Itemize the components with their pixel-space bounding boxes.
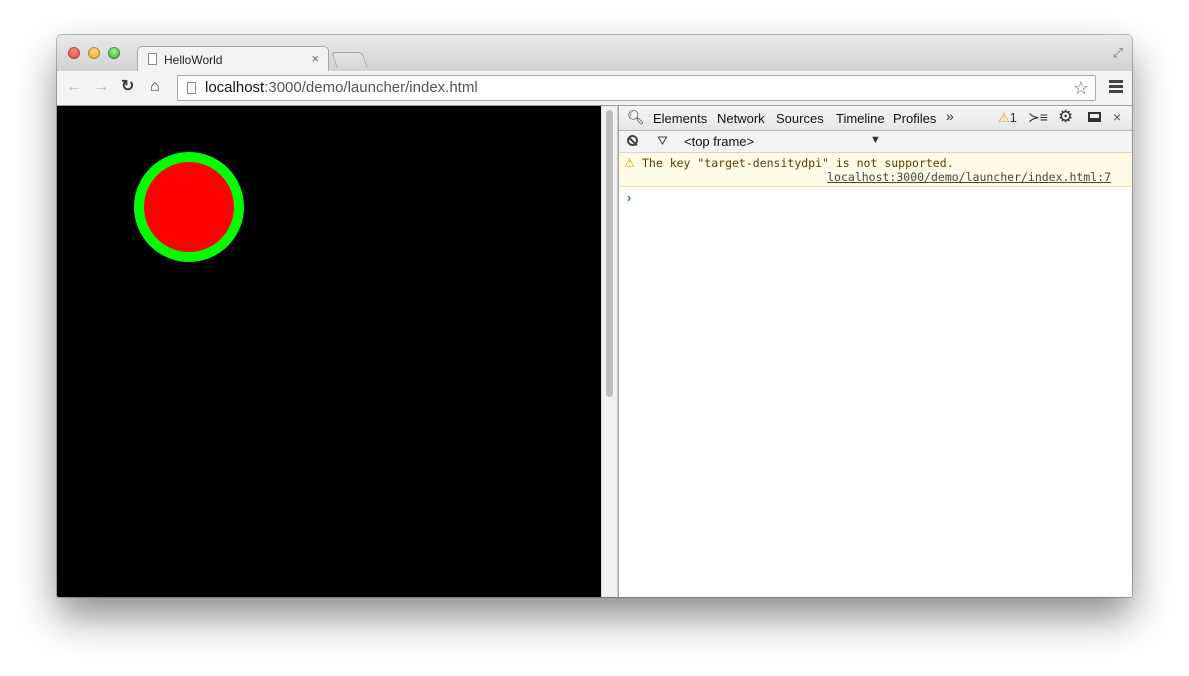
tab-elements[interactable]: Elements bbox=[653, 111, 707, 126]
page-icon bbox=[148, 53, 157, 65]
dock-side-icon[interactable] bbox=[1088, 112, 1101, 122]
console-prompt-icon[interactable]: › bbox=[627, 190, 631, 205]
close-window-button[interactable] bbox=[68, 47, 80, 59]
console-message-text: The key "target-densitydpi" is not suppo… bbox=[642, 156, 954, 170]
tab-title: HelloWorld bbox=[164, 53, 223, 67]
frame-selector[interactable]: <top frame> bbox=[684, 134, 754, 149]
tab-network[interactable]: Network bbox=[717, 111, 765, 126]
url-text[interactable]: localhost:3000/demo/launcher/index.html bbox=[205, 79, 478, 96]
browser-toolbar: ← → ↻ ⌂ localhost:3000/demo/launcher/ind… bbox=[57, 71, 1132, 106]
more-tabs-icon[interactable]: » bbox=[946, 108, 954, 124]
forward-arrow-icon[interactable]: → bbox=[93, 78, 109, 96]
tab-timeline[interactable]: Timeline bbox=[836, 111, 885, 126]
back-arrow-icon[interactable]: ← bbox=[66, 78, 82, 96]
tab-sources[interactable]: Sources bbox=[776, 111, 824, 126]
warning-count: 1 bbox=[1009, 110, 1017, 125]
zoom-window-button[interactable] bbox=[108, 47, 120, 59]
red-circle bbox=[134, 152, 244, 262]
warning-icon: ⚠ bbox=[998, 110, 1010, 125]
reload-icon[interactable]: ↻ bbox=[121, 78, 134, 96]
devtools-tab-bar: 🔍︎ Elements Network Sources Timeline Pro… bbox=[619, 106, 1132, 131]
hamburger-menu-icon[interactable] bbox=[1109, 80, 1123, 95]
console-drawer-icon[interactable]: ≻≡ bbox=[1028, 109, 1048, 126]
warning-counter[interactable]: ⚠1 bbox=[998, 110, 1017, 126]
scrollbar-thumb[interactable] bbox=[606, 110, 613, 397]
tab-helloworld[interactable]: HelloWorld × bbox=[137, 46, 329, 72]
minimize-window-button[interactable] bbox=[88, 47, 100, 59]
devtools-close-icon[interactable]: × bbox=[1113, 109, 1121, 125]
bookmark-star-icon[interactable]: ☆ bbox=[1073, 78, 1089, 99]
url-host: localhost bbox=[205, 79, 265, 96]
source-link[interactable]: localhost:3000/demo/launcher/index.html:… bbox=[827, 170, 1111, 184]
home-icon[interactable]: ⌂ bbox=[150, 78, 160, 96]
warning-icon: ⚠ bbox=[624, 156, 635, 170]
tab-profiles[interactable]: Profiles bbox=[893, 111, 936, 126]
devtools-panel: 🔍︎ Elements Network Sources Timeline Pro… bbox=[618, 106, 1132, 597]
clear-console-icon[interactable] bbox=[627, 135, 638, 146]
browser-window: HelloWorld × ⤢ ← → ↻ ⌂ localhost:3000/de… bbox=[57, 35, 1132, 597]
address-bar[interactable]: localhost:3000/demo/launcher/index.html … bbox=[177, 75, 1096, 101]
tab-close-icon[interactable]: × bbox=[311, 51, 319, 66]
inspect-search-icon[interactable]: 🔍︎ bbox=[627, 109, 645, 126]
title-bar: HelloWorld × ⤢ bbox=[57, 35, 1132, 72]
fullscreen-icon[interactable]: ⤢ bbox=[1113, 45, 1123, 61]
page-icon bbox=[187, 82, 196, 94]
console-message: ⚠ The key "target-densitydpi" is not sup… bbox=[619, 153, 1132, 187]
gear-icon[interactable]: ⚙ bbox=[1058, 107, 1073, 127]
chevron-down-icon[interactable]: ▼ bbox=[870, 134, 881, 146]
url-path: :3000/demo/launcher/index.html bbox=[264, 79, 478, 96]
page-viewport bbox=[57, 106, 601, 597]
new-tab-button[interactable] bbox=[331, 52, 368, 68]
filter-icon[interactable]: ⛛ bbox=[657, 133, 668, 149]
page-scrollbar[interactable] bbox=[601, 106, 618, 597]
console-toolbar: ⛛ <top frame> ▼ bbox=[619, 131, 1132, 153]
